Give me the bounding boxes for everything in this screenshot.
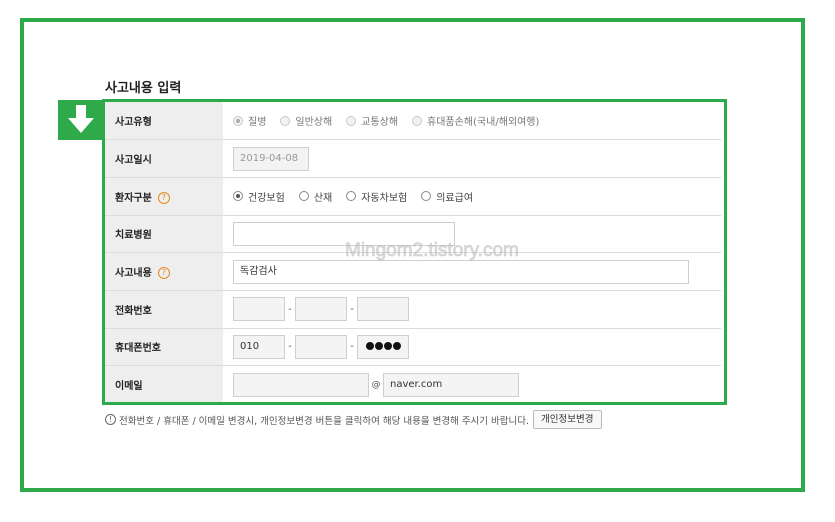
arrow-badge	[58, 100, 105, 140]
section-title: 사고내용 입력	[105, 81, 182, 96]
highlight-form-frame	[102, 99, 727, 405]
notice-row: ! 전화번호 / 휴대폰 / 이메일 변경시, 개인정보변경 버튼을 클릭하여 …	[105, 410, 602, 429]
arrow-down-icon	[68, 105, 94, 133]
edit-personal-info-button[interactable]: 개인정보변경	[533, 410, 602, 429]
notice-text: 전화번호 / 휴대폰 / 이메일 변경시, 개인정보변경 버튼을 클릭하여 해당…	[119, 415, 530, 427]
info-icon: !	[105, 414, 116, 425]
